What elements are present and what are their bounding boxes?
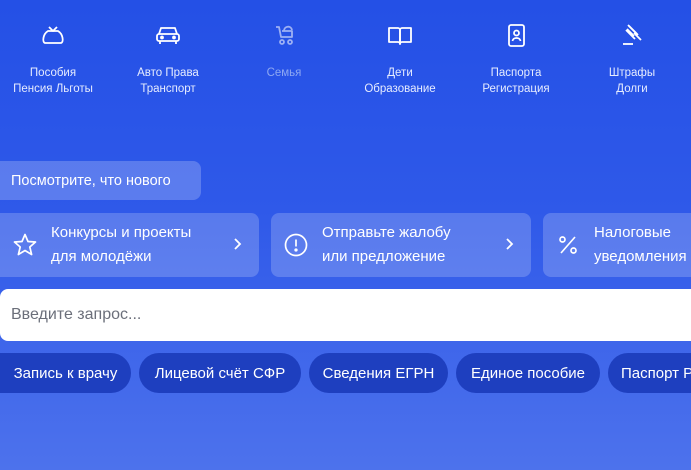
money-bag-icon: [42, 26, 64, 44]
services-categories: Пособия Пенсия Льготы Авто Права Транспо…: [0, 0, 691, 110]
category-auto-label1: Авто Права: [137, 67, 199, 79]
quick-link-sfr-label: Лицевой счёт СФР: [154, 364, 286, 382]
search-input[interactable]: [0, 289, 691, 341]
card-youth-line2: для молодёжи: [51, 248, 152, 265]
quick-link-egrn-label: Сведения ЕГРН: [322, 364, 435, 382]
chevron-right-icon: [506, 238, 514, 250]
category-benefits-label1: Пособия: [29, 67, 77, 79]
category-passports-label2: Регистрация: [482, 83, 550, 95]
quick-link-unified-benefit[interactable]: Единое пособие: [456, 353, 600, 393]
category-auto-label2: Транспорт: [140, 83, 196, 95]
category-passports-label1: Паспорта: [490, 67, 542, 79]
card-tax-line1: Налоговые: [594, 224, 672, 241]
whats-new-label: Посмотрите, что нового: [11, 172, 171, 189]
quick-link-sfr-account[interactable]: Лицевой счёт СФР: [139, 353, 301, 393]
card-youth-projects[interactable]: Конкурсы и проекты для молодёжи: [0, 213, 259, 277]
gavel-icon: [623, 24, 642, 45]
card-tax-line2: уведомления: [594, 248, 687, 265]
category-children[interactable]: Дети Образование: [336, 20, 464, 97]
category-children-label1: Дети: [387, 67, 413, 79]
chevron-right-icon: [234, 238, 242, 250]
category-benefits-label2: Пенсия Льготы: [13, 83, 93, 95]
category-auto[interactable]: Авто Права Транспорт: [104, 20, 232, 97]
stroller-icon: [276, 25, 293, 45]
category-passports[interactable]: Паспорта Регистрация: [452, 20, 580, 97]
category-fines-label2: Долги: [616, 83, 648, 95]
category-family-label1: Семья: [266, 67, 302, 79]
card-youth-line1: Конкурсы и проекты: [51, 224, 192, 241]
category-children-label2: Образование: [364, 83, 436, 95]
star-icon: [13, 233, 37, 256]
passport-icon: [508, 24, 525, 47]
category-family[interactable]: Семья: [220, 20, 348, 81]
card-complaint-line1: Отправьте жалобу: [322, 224, 451, 241]
quick-link-benefit-label: Единое пособие: [470, 364, 586, 382]
card-tax-notices[interactable]: Налоговые уведомления: [543, 213, 691, 277]
quick-link-egrn[interactable]: Сведения ЕГРН: [309, 353, 448, 393]
card-complaint[interactable]: Отправьте жалобу или предложение: [271, 213, 531, 277]
quick-link-passport[interactable]: Паспорт РФ: [608, 353, 691, 393]
quick-link-passport-label: Паспорт РФ: [621, 364, 691, 382]
card-complaint-line2: или предложение: [322, 248, 446, 265]
category-fines[interactable]: Штрафы Долги: [568, 20, 691, 97]
whats-new-chip[interactable]: Посмотрите, что нового: [0, 161, 201, 200]
quick-link-doctor[interactable]: Запись к врачу: [0, 353, 131, 393]
book-icon: [388, 27, 412, 45]
category-fines-label1: Штрафы: [608, 67, 656, 79]
exclamation-circle-icon: [284, 233, 308, 257]
category-benefits[interactable]: Пособия Пенсия Льготы: [0, 20, 117, 97]
percent-icon: [559, 236, 577, 254]
car-icon: [156, 27, 180, 44]
quick-link-doctor-label: Запись к врачу: [13, 364, 118, 382]
